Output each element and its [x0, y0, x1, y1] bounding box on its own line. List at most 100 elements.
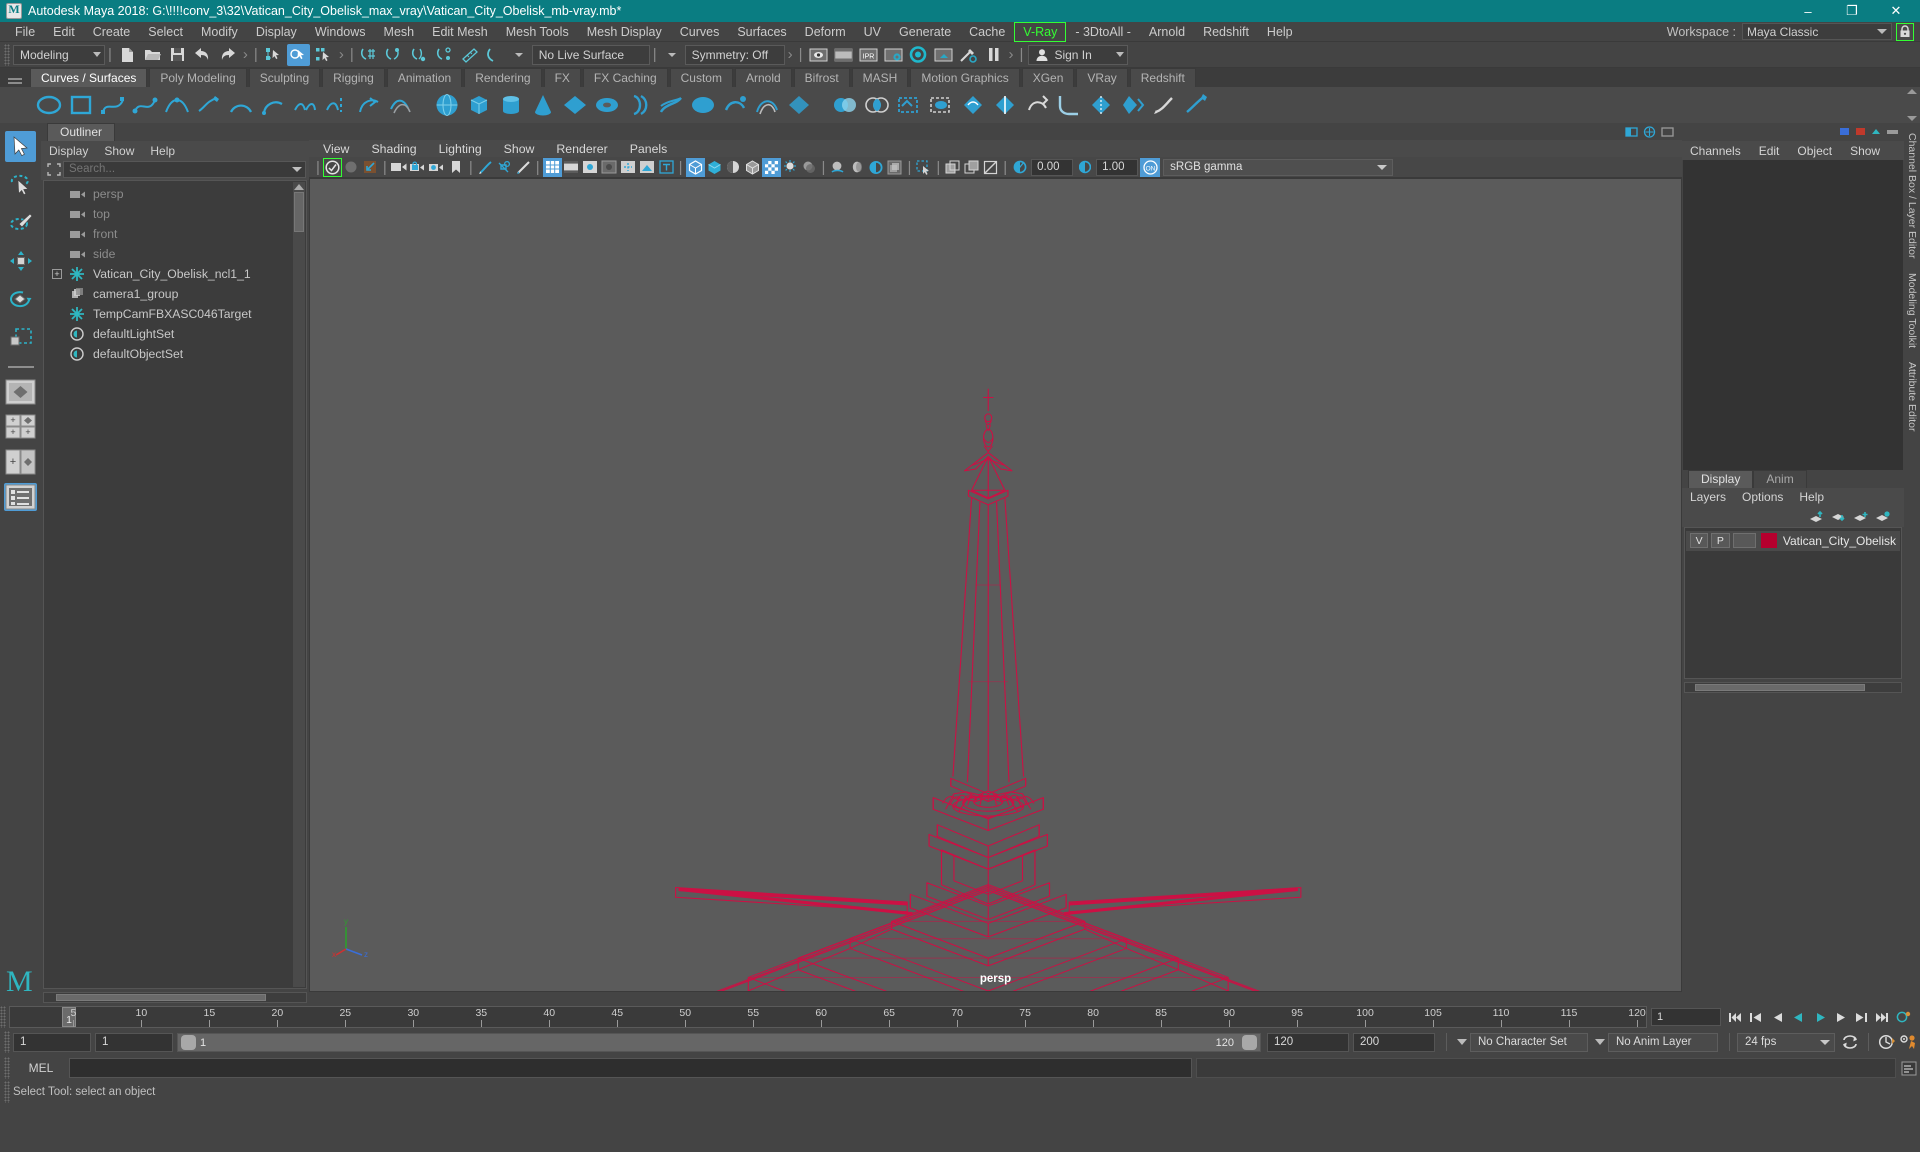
shelf-rebuild-surface-button[interactable] — [1022, 90, 1052, 120]
outliner-vertical-scrollbar[interactable] — [293, 182, 305, 987]
shelf-insert-isoparm-button[interactable] — [990, 90, 1020, 120]
shelf-nurbs-cone-button[interactable] — [528, 90, 558, 120]
menu-display[interactable]: Display — [247, 22, 306, 42]
shelf-surface-fillet-button[interactable] — [1054, 90, 1084, 120]
outliner-row[interactable]: defaultObjectSet — [44, 344, 306, 364]
xray-joints-button[interactable] — [638, 158, 657, 177]
step-forward-keyframe-button[interactable] — [1851, 1008, 1872, 1026]
range-bar[interactable]: 1 120 — [177, 1032, 1261, 1052]
viewport-menu-lighting[interactable]: Lighting — [439, 142, 482, 156]
redo-button[interactable] — [216, 44, 239, 66]
expand-toggle-icon[interactable]: + — [52, 269, 62, 279]
outliner-item-side[interactable]: side — [44, 244, 306, 264]
shade-selected-items-button[interactable] — [724, 158, 743, 177]
viewport-menu-renderer[interactable]: Renderer — [556, 142, 607, 156]
vertical-tab-attribute-editor[interactable]: Attribute Editor — [1906, 362, 1918, 431]
shelf-arc-two-point-button[interactable] — [258, 90, 288, 120]
symmetry-dropdown[interactable] — [661, 44, 684, 66]
snap-dropdown[interactable] — [508, 44, 531, 66]
selection-bracket-icon[interactable] — [44, 161, 63, 177]
move-layer-up-icon[interactable] — [1806, 509, 1828, 525]
shelf-revolve-button[interactable] — [624, 90, 654, 120]
outliner-item-default-object-set[interactable]: defaultObjectSet — [44, 344, 306, 364]
menu-mesh-display[interactable]: Mesh Display — [578, 22, 671, 42]
shelf-sculpt-geometry-button[interactable] — [1150, 90, 1180, 120]
shelf-tab-motion-graphics[interactable]: Motion Graphics — [910, 68, 1020, 87]
shelf-tab-fx-caching[interactable]: FX Caching — [582, 68, 668, 87]
live-surface-field[interactable]: No Live Surface — [531, 44, 650, 65]
range-end-time-field[interactable]: 120 — [1267, 1032, 1349, 1052]
layer-type-toggle[interactable] — [1732, 533, 1756, 548]
select-by-object-type-button[interactable] — [286, 43, 310, 66]
move-tool-button[interactable] — [5, 245, 36, 276]
xray-toggle-button[interactable] — [619, 158, 638, 177]
step-back-keyframe-button[interactable] — [1746, 1008, 1767, 1026]
shelf-nurbs-torus-button[interactable] — [592, 90, 622, 120]
menu-3dtoall[interactable]: - 3DtoAll - — [1066, 22, 1140, 42]
symmetry-field[interactable]: Symmetry: Off — [684, 44, 785, 65]
shelf-boundary-button[interactable] — [784, 90, 814, 120]
play-backwards-button[interactable] — [1788, 1008, 1809, 1026]
outliner-item-default-light-set[interactable]: defaultLightSet — [44, 324, 306, 344]
outliner-item-camera1-group[interactable]: camera1_group — [44, 284, 306, 304]
brush-tool-button[interactable] — [514, 158, 533, 177]
menu-curves[interactable]: Curves — [671, 22, 729, 42]
command-result-field[interactable] — [1196, 1058, 1896, 1078]
channel-box-icon-grey[interactable] — [1884, 124, 1900, 139]
scrollbar-thumb[interactable] — [56, 994, 266, 1001]
color-management-toggle[interactable]: ON — [1140, 157, 1161, 177]
menu-generate[interactable]: Generate — [890, 22, 960, 42]
menu-redshift[interactable]: Redshift — [1194, 22, 1258, 42]
shelf-nurbs-cylinder-button[interactable] — [496, 90, 526, 120]
maximize-button[interactable]: ❐ — [1830, 0, 1874, 22]
shelf-detach-curves-button[interactable] — [322, 90, 352, 120]
outliner-item-front[interactable]: front — [44, 224, 306, 244]
character-set-dropdown[interactable] — [1454, 1033, 1470, 1052]
shelf-tab-fx[interactable]: FX — [543, 68, 581, 87]
time-slider[interactable]: 1 5 10 15 20 25 30 35 40 45 50 55 60 65 70 75 80 85 90 95 1… — [9, 1006, 1647, 1028]
outliner-item-persp[interactable]: persp — [44, 184, 306, 204]
display-textures-button[interactable] — [943, 158, 962, 177]
menu-uv[interactable]: UV — [855, 22, 890, 42]
shelf-scroll-arrows[interactable] — [1906, 89, 1918, 121]
shelf-tab-rendering[interactable]: Rendering — [464, 68, 542, 87]
step-back-frame-button[interactable] — [1767, 1008, 1788, 1026]
menu-mesh[interactable]: Mesh — [375, 22, 424, 42]
shelf-untrim-button[interactable] — [926, 90, 956, 120]
wireframe-on-shaded-button[interactable] — [743, 158, 762, 177]
shelf-attach-curves-button[interactable] — [290, 90, 320, 120]
shelf-attach-surfaces-button[interactable] — [1118, 90, 1148, 120]
shelf-nurbs-sphere-button[interactable] — [432, 90, 462, 120]
channel-box-body[interactable] — [1683, 160, 1903, 470]
channel-box-icon-blue[interactable] — [1836, 124, 1852, 139]
shelf-tab-poly-modeling[interactable]: Poly Modeling — [149, 68, 247, 87]
menu-mesh-tools[interactable]: Mesh Tools — [497, 22, 578, 42]
shelf-nurbs-square-button[interactable] — [66, 90, 96, 120]
go-to-end-button[interactable] — [1872, 1008, 1893, 1026]
viewport-menu-shading[interactable]: Shading — [371, 142, 416, 156]
shelf-intersect-button[interactable] — [862, 90, 892, 120]
new-layer-icon[interactable] — [1850, 509, 1872, 525]
outliner-row[interactable]: + Vatican_City_Obelisk_ncl1_1 — [44, 264, 306, 284]
grease-pencil-button[interactable] — [495, 158, 514, 177]
layer-editor-menu-options[interactable]: Options — [1742, 490, 1783, 504]
play-forwards-button[interactable] — [1809, 1008, 1830, 1026]
help-line-grip[interactable] — [4, 1081, 10, 1103]
outliner-menu-display[interactable]: Display — [49, 144, 88, 158]
select-by-component-type-button[interactable] — [312, 44, 335, 66]
menu-edit-mesh[interactable]: Edit Mesh — [423, 22, 497, 42]
outliner-item-top[interactable]: top — [44, 204, 306, 224]
outliner-row[interactable]: TempCamFBXASC046Target — [44, 304, 306, 324]
viewport-menu-show[interactable]: Show — [504, 142, 535, 156]
select-by-hierarchy-button[interactable] — [262, 44, 285, 66]
range-end-handle[interactable] — [1242, 1034, 1257, 1050]
channel-box-icon-red[interactable] — [1852, 124, 1868, 139]
scroll-up-icon[interactable] — [294, 184, 304, 190]
paint-effects-button[interactable] — [476, 158, 495, 177]
shelf-bezier-curve-button[interactable] — [162, 90, 192, 120]
pause-ipr-button[interactable] — [982, 44, 1005, 66]
outliner-row[interactable]: side — [44, 244, 306, 264]
shelf-birail-button[interactable] — [752, 90, 782, 120]
persp-outliner-layout-button[interactable]: + — [4, 448, 37, 476]
shelf-tab-curves-surfaces[interactable]: Curves / Surfaces — [30, 68, 148, 87]
